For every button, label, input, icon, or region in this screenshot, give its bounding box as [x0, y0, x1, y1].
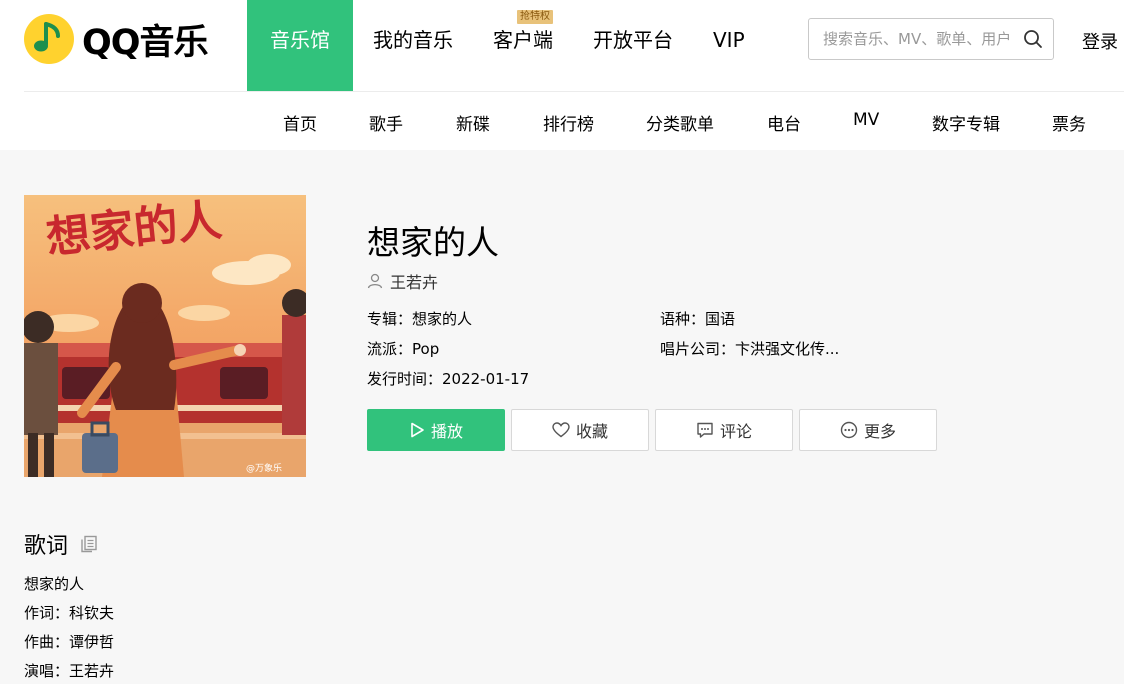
logo-text: QQ音乐 — [82, 22, 209, 63]
play-label: 播放 — [430, 422, 463, 441]
sub-nav: 首页 歌手 新碟 排行榜 分类歌单 电台 MV 数字专辑 票务 — [0, 92, 1124, 150]
subnav-tickets[interactable]: 票务 — [1052, 110, 1086, 135]
lyric-line: 想家的人 — [24, 575, 85, 593]
subnav-digital-albums[interactable]: 数字专辑 — [932, 110, 1000, 135]
comment-label: 评论 — [719, 422, 752, 441]
privilege-badge: 抢特权 — [517, 10, 553, 24]
album-info[interactable]: 专辑：想家的人 — [367, 308, 472, 329]
copy-icon[interactable] — [80, 535, 98, 553]
main-nav: 音乐馆 我的音乐 客户端 抢特权 开放平台 VIP — [247, 0, 765, 91]
genre-info: 流派：Pop — [367, 340, 440, 358]
search-input[interactable] — [821, 29, 1025, 49]
lyrics-title: 歌词 — [24, 534, 69, 559]
song-detail: 想家的人 @万象乐 想家的人 王若卉 专辑：想家的人 流派：Pop 发行时间：2… — [0, 150, 1124, 684]
subnav-singers[interactable]: 歌手 — [369, 110, 403, 135]
song-title: 想家的人 — [367, 223, 499, 262]
subnav-home[interactable]: 首页 — [283, 110, 317, 135]
play-icon — [411, 422, 424, 438]
play-button[interactable]: 播放 — [367, 409, 505, 451]
subnav-playlists[interactable]: 分类歌单 — [646, 110, 714, 135]
more-label: 更多 — [863, 422, 896, 441]
singer-link[interactable]: 王若卉 — [367, 269, 438, 293]
more-icon — [840, 421, 858, 439]
lyric-line: 演唱：王若卉 — [24, 662, 115, 680]
qq-music-logo[interactable]: QQ音乐 — [24, 14, 209, 64]
singer-icon — [367, 273, 383, 289]
lyrics-heading: 歌词 — [24, 528, 98, 560]
nav-my-music[interactable]: 我的音乐 — [353, 0, 473, 91]
search-box — [808, 18, 1054, 60]
top-header: QQ音乐 音乐馆 我的音乐 客户端 抢特权 开放平台 VIP 登录 — [0, 0, 1124, 91]
comment-button[interactable]: 评论 — [655, 409, 793, 451]
favorite-label: 收藏 — [575, 422, 608, 441]
favorite-button[interactable]: 收藏 — [511, 409, 649, 451]
nav-client[interactable]: 客户端 抢特权 — [473, 0, 573, 91]
album-cover-illustration: 想家的人 @万象乐 — [24, 195, 306, 477]
nav-vip[interactable]: VIP — [693, 0, 765, 91]
nav-open-platform[interactable]: 开放平台 — [573, 0, 693, 91]
lyric-line: 作曲：谭伊哲 — [24, 633, 115, 651]
singer-name: 王若卉 — [390, 273, 439, 292]
nav-client-label: 客户端 — [493, 28, 553, 52]
subnav-charts[interactable]: 排行榜 — [543, 110, 594, 135]
cover-watermark: @万象乐 — [246, 462, 282, 474]
login-link[interactable]: 登录 — [1082, 28, 1118, 54]
language-info: 语种：国语 — [660, 310, 736, 328]
album-cover[interactable]: 想家的人 @万象乐 — [24, 195, 306, 477]
subnav-radio[interactable]: 电台 — [767, 110, 801, 135]
subnav-mv[interactable]: MV — [853, 110, 879, 130]
comment-icon — [697, 422, 713, 438]
nav-music-hall[interactable]: 音乐馆 — [247, 0, 353, 91]
lyric-line: 作词：科钦夫 — [24, 604, 115, 622]
more-button[interactable]: 更多 — [799, 409, 937, 451]
record-company-info: 唱片公司：卞洪强文化传... — [660, 340, 840, 358]
music-note-logo-icon — [24, 14, 74, 64]
subnav-new-albums[interactable]: 新碟 — [456, 110, 490, 135]
search-icon[interactable] — [1023, 29, 1043, 49]
heart-icon — [552, 422, 570, 438]
release-date-info: 发行时间：2022-01-17 — [367, 370, 530, 388]
